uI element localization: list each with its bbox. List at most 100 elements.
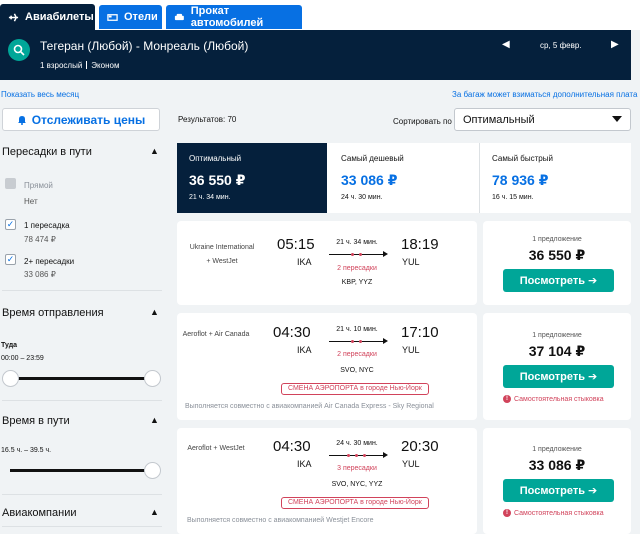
arrival-airport: YUL	[402, 459, 420, 469]
chevron-up-icon[interactable]: ▲	[150, 507, 159, 517]
track-prices-label: Отслеживать цены	[31, 112, 146, 127]
car-icon	[174, 13, 184, 20]
self-connection-notice[interactable]: ! Самостоятельная стыковка	[503, 395, 604, 403]
departure-slider-max-handle[interactable]	[144, 370, 161, 387]
two-plus-stops-price: 33 086 ₽	[24, 270, 56, 279]
divider	[2, 400, 162, 401]
next-date-arrow-icon[interactable]: ▶	[611, 39, 619, 50]
one-stop-label: 1 пересадка	[24, 221, 70, 230]
tab-flights[interactable]: Авиабилеты	[0, 4, 95, 30]
flight-card[interactable]: Aeroflot + WestJet 04:30 IKA 24 ч. 30 ми…	[177, 428, 477, 534]
stop-dot	[355, 454, 358, 457]
flight-card[interactable]: Aeroflot + Air Canada 04:30 IKA 21 ч. 10…	[177, 313, 477, 420]
flight-duration: 21 ч. 10 мин.	[336, 326, 378, 333]
search-summary-bar[interactable]: Тегеран (Любой) - Монреаль (Любой) 1 взр…	[0, 30, 631, 80]
prev-date-arrow-icon[interactable]: ◀	[502, 39, 510, 50]
arrival-airport: YUL	[402, 257, 420, 267]
route-text: Тегеран (Любой) - Монреаль (Любой)	[40, 39, 249, 53]
summary-title: Оптимальный	[189, 154, 242, 163]
operated-by-text: Выполняется совместно с авиакомпанией Ai…	[185, 403, 434, 410]
tab-label: Авиабилеты	[25, 11, 94, 23]
route-line	[329, 341, 383, 342]
sort-summary-tabs: Оптимальный 36 550 ₽ 21 ч. 34 мин. Самый…	[177, 143, 631, 213]
flight-duration: 21 ч. 34 мин.	[336, 239, 378, 246]
self-connection-label: Самостоятельная стыковка	[514, 395, 604, 403]
tab-cheapest[interactable]: Самый дешевый 33 086 ₽ 24 ч. 30 мин.	[329, 143, 479, 213]
bell-icon	[17, 115, 26, 125]
tab-hotels[interactable]: Отели	[99, 5, 162, 29]
offers-count: 1 предложение	[532, 446, 582, 453]
stop-dot	[359, 253, 362, 256]
departure-filter-title[interactable]: Время отправления	[2, 307, 104, 319]
departure-slider-min-handle[interactable]	[2, 370, 19, 387]
operated-by-text: Выполняется совместно с авиакомпанией We…	[187, 517, 374, 524]
alert-icon: !	[503, 509, 511, 517]
baggage-fee-link[interactable]: За багаж может взиматься дополнительная …	[452, 90, 637, 99]
search-button[interactable]	[8, 39, 30, 61]
search-icon	[13, 44, 25, 56]
chevron-up-icon[interactable]: ▲	[150, 307, 159, 317]
travel-date[interactable]: ср, 5 февр.	[540, 41, 582, 50]
track-prices-button[interactable]: Отслеживать цены	[2, 108, 160, 131]
tab-label: Прокат автомобилей	[190, 5, 264, 29]
airlines-filter-title[interactable]: Авиакомпании	[2, 507, 77, 519]
departure-airport: IKA	[297, 257, 312, 267]
cabin-class: Эконом	[91, 61, 120, 70]
tab-best[interactable]: Оптимальный 36 550 ₽ 21 ч. 34 мин.	[177, 143, 327, 213]
departure-airport: IKA	[297, 459, 312, 469]
stop-dot	[351, 253, 354, 256]
show-whole-month-link[interactable]: Показать весь месяц	[1, 90, 79, 99]
arrival-time: 20:30	[401, 438, 439, 455]
via-airports: SVO, NYC	[340, 367, 374, 374]
divider	[2, 494, 162, 495]
airline-name: Ukraine International + WestJet	[189, 244, 255, 265]
results-count: Результатов: 70	[178, 115, 237, 124]
direct-checkbox[interactable]	[5, 178, 16, 189]
self-connection-notice[interactable]: ! Самостоятельная стыковка	[503, 509, 604, 517]
divider	[2, 290, 162, 291]
airline-name: Aeroflot + WestJet	[187, 445, 245, 452]
summary-duration: 24 ч. 30 мин.	[341, 194, 383, 201]
price-card: 1 предложение 36 550 ₽ Посмотреть ➔	[483, 221, 631, 305]
stop-dot	[363, 454, 366, 457]
arrival-time: 18:19	[401, 236, 439, 253]
two-plus-stops-checkbox[interactable]: ✓	[5, 254, 16, 265]
plane-arrow-icon	[383, 338, 388, 344]
arrival-airport: YUL	[402, 345, 420, 355]
passengers-count: 1 взрослый	[40, 61, 83, 70]
product-tabs: Авиабилеты Отели Прокат автомобилей	[0, 0, 640, 30]
stop-dot	[359, 340, 362, 343]
view-deal-button[interactable]: Посмотреть ➔	[503, 269, 614, 292]
flight-card[interactable]: Ukraine International + WestJet 05:15 IK…	[177, 221, 477, 305]
chevron-up-icon[interactable]: ▲	[150, 415, 159, 425]
stops-filter-title[interactable]: Пересадки в пути	[2, 146, 92, 158]
summary-title: Самый быстрый	[492, 154, 553, 163]
stops-count: 2 пересадки	[337, 351, 377, 358]
sort-dropdown[interactable]: Оптимальный	[454, 108, 631, 131]
route-line	[329, 254, 383, 255]
tab-label: Отели	[124, 11, 158, 23]
departure-slider-track[interactable]	[10, 377, 153, 380]
offers-count: 1 предложение	[532, 332, 582, 339]
stop-dot	[351, 340, 354, 343]
separator	[86, 61, 88, 69]
view-deal-button[interactable]: Посмотреть ➔	[503, 479, 614, 502]
duration-slider-max-handle[interactable]	[144, 462, 161, 479]
airport-change-warning: СМЕНА АЭРОПОРТА в городе Нью-Йорк	[281, 497, 429, 509]
one-stop-checkbox[interactable]: ✓	[5, 219, 16, 230]
view-deal-button[interactable]: Посмотреть ➔	[503, 365, 614, 388]
chevron-up-icon[interactable]: ▲	[150, 146, 159, 156]
stops-count: 3 пересадки	[337, 465, 377, 472]
price-card: 1 предложение 37 104 ₽ Посмотреть ➔ ! Са…	[483, 313, 631, 420]
tab-car-rental[interactable]: Прокат автомобилей	[166, 5, 302, 29]
summary-price: 33 086 ₽	[341, 172, 398, 188]
tab-fastest[interactable]: Самый быстрый 78 936 ₽ 16 ч. 15 мин.	[480, 143, 631, 213]
two-plus-stops-label: 2+ пересадки	[24, 257, 75, 266]
duration-filter-title[interactable]: Время в пути	[2, 415, 70, 427]
flight-price: 33 086 ₽	[528, 457, 586, 473]
price-card: 1 предложение 33 086 ₽ Посмотреть ➔ ! Са…	[483, 428, 631, 534]
caret-down-icon	[612, 116, 622, 122]
duration-slider-track[interactable]	[10, 469, 153, 472]
stops-count: 2 пересадки	[337, 265, 377, 272]
arrival-time: 17:10	[401, 324, 439, 341]
